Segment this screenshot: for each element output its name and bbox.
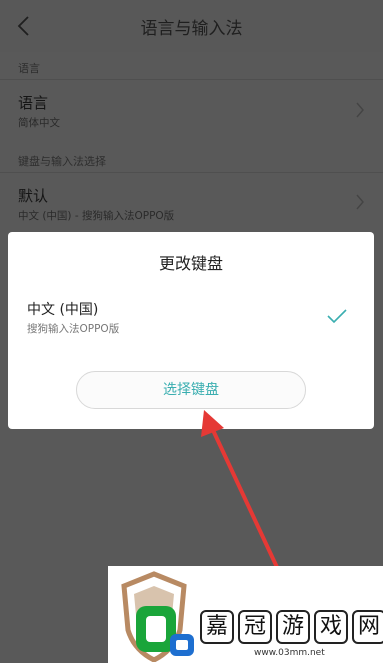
section-header-language: 语言 [18,62,40,75]
default-item-label: 默认 [18,187,49,205]
watermark-char: 戏 [314,610,348,644]
default-item-value: 中文 (中国) - 搜狗输入法OPPO版 [18,210,175,222]
watermark-char: 嘉 [200,610,234,644]
watermark-logo: 嘉 冠 游 戏 网 www.03mm.net [108,566,383,663]
default-keyboard-item[interactable]: 默认 中文 (中国) - 搜狗输入法OPPO版 [0,173,383,232]
language-setting-item[interactable]: 语言 简体中文 [0,80,383,140]
watermark-char: 游 [276,610,310,644]
page-title: 语言与输入法 [140,19,243,39]
keyboard-option-label: 中文 (中国) [27,302,99,318]
dialog-title: 更改键盘 [158,254,223,273]
watermark-char: 网 [352,610,383,644]
app-header: 语言与输入法 [0,0,383,52]
green-logo-icon [136,606,194,656]
language-item-label: 语言 [18,94,49,112]
watermark-char: 冠 [238,610,272,644]
watermark-url: www.03mm.net [254,648,325,658]
select-keyboard-button[interactable]: 选择键盘 [76,371,306,409]
checkmark-icon [327,309,347,324]
chevron-right-icon [356,102,364,118]
change-keyboard-dialog: 更改键盘 中文 (中国) 搜狗输入法OPPO版 选择键盘 [8,232,374,429]
chevron-right-icon [356,194,364,210]
keyboard-option-subtitle: 搜狗输入法OPPO版 [27,323,120,335]
watermark-characters: 嘉 冠 游 戏 网 [200,610,383,644]
language-item-value: 简体中文 [18,117,60,129]
section-header-keyboard: 键盘与输入法选择 [18,155,106,168]
